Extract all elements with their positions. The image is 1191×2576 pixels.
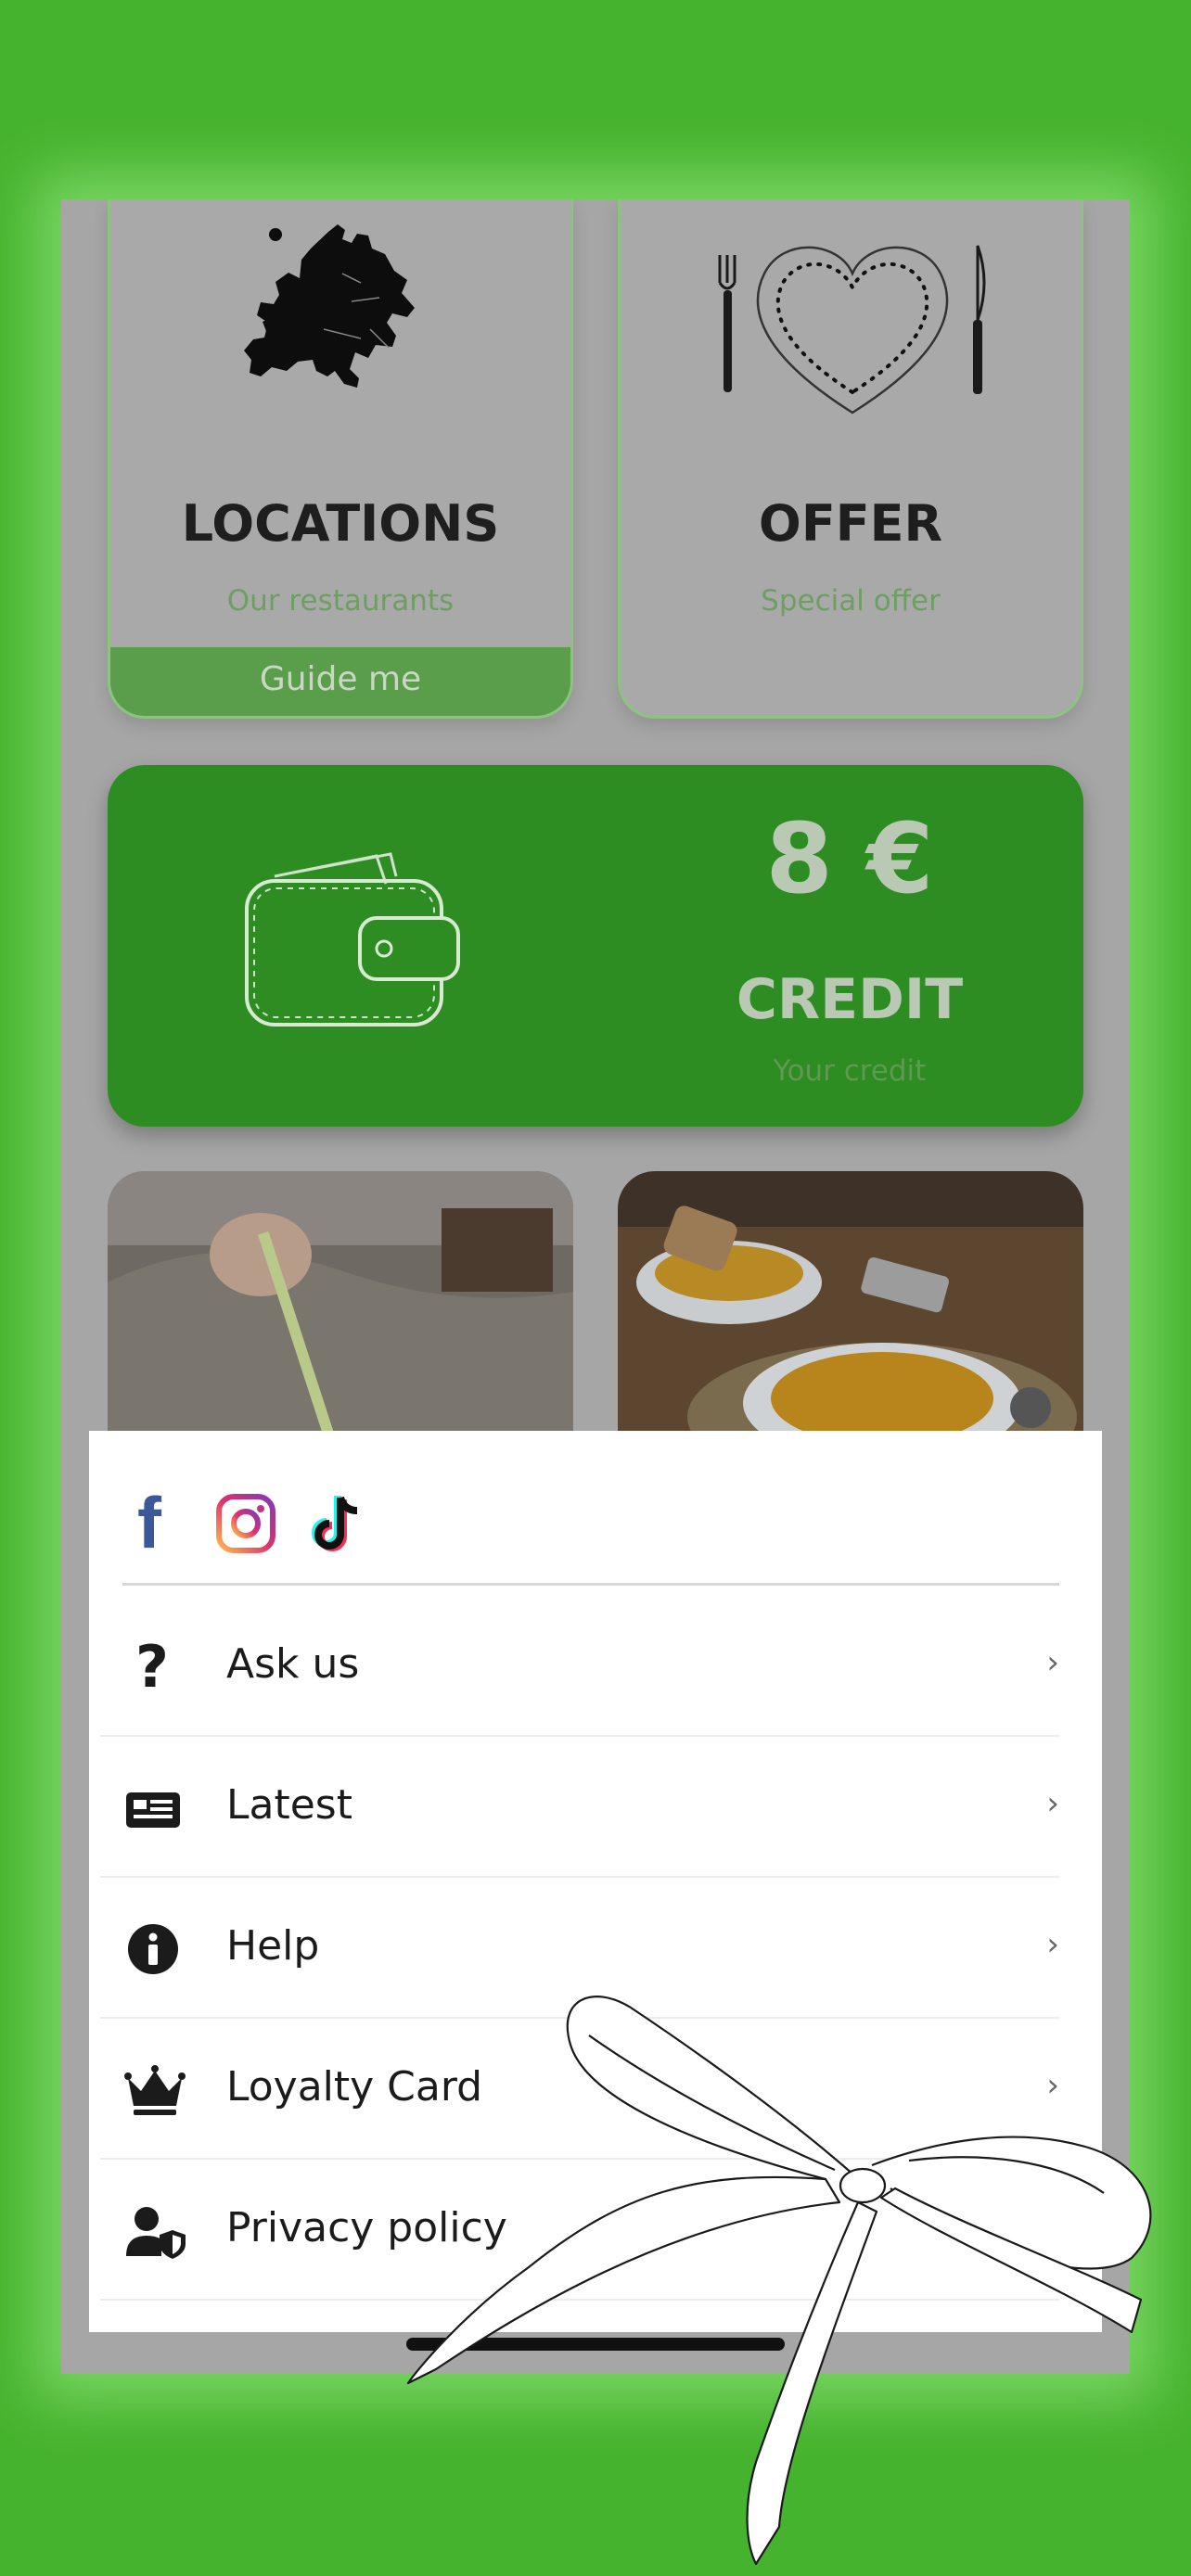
chevron-right-icon: › bbox=[1046, 1785, 1059, 1822]
question-icon: ? bbox=[135, 1633, 169, 1701]
locations-title: LOCATIONS bbox=[181, 494, 500, 553]
menu-item-latest[interactable]: Latest › bbox=[100, 1737, 1059, 1878]
menu-label-privacy-policy: Privacy policy bbox=[226, 2204, 507, 2251]
crown-icon bbox=[124, 2061, 186, 2117]
menu-item-privacy-policy[interactable]: Privacy policy › bbox=[100, 2160, 1059, 2301]
credit-card[interactable]: 8 € CREDIT Your credit bbox=[108, 765, 1083, 1127]
menu-item-help[interactable]: Help › bbox=[100, 1878, 1059, 2019]
locations-card[interactable]: LOCATIONS Our restaurants Guide me bbox=[108, 199, 573, 719]
tiktok-icon[interactable] bbox=[307, 1486, 372, 1561]
heart-plate-cutlery-icon bbox=[718, 245, 986, 414]
info-icon bbox=[124, 1920, 180, 1976]
offer-subtitle: Special offer bbox=[761, 584, 941, 618]
facebook-glyph: f bbox=[137, 1482, 161, 1563]
menu-sheet: f ? Ask us › Latest › Help › Loyalty Car… bbox=[89, 1431, 1102, 2332]
chevron-right-icon: › bbox=[1046, 2067, 1059, 2104]
app-screen: LOCATIONS Our restaurants Guide me OFFER… bbox=[61, 199, 1130, 2374]
credit-amount: 8 € bbox=[765, 802, 934, 915]
chevron-right-icon: › bbox=[1046, 1644, 1059, 1681]
user-shield-icon bbox=[124, 2202, 186, 2259]
chevron-right-icon: › bbox=[1046, 1926, 1059, 1963]
wallet-icon bbox=[245, 852, 460, 1027]
menu-item-loyalty-card[interactable]: Loyalty Card › bbox=[100, 2019, 1059, 2160]
social-divider bbox=[122, 1583, 1059, 1586]
credit-subtitle: Your credit bbox=[773, 1054, 927, 1088]
instagram-icon[interactable] bbox=[214, 1486, 279, 1561]
europe-map-icon bbox=[244, 224, 415, 388]
menu-label-latest: Latest bbox=[226, 1781, 352, 1829]
chevron-right-icon: › bbox=[1046, 2208, 1059, 2245]
locations-subtitle: Our restaurants bbox=[226, 584, 455, 618]
news-icon bbox=[124, 1779, 180, 1835]
offer-title: OFFER bbox=[758, 494, 943, 553]
home-indicator[interactable] bbox=[406, 2338, 785, 2351]
menu-label-loyalty-card: Loyalty Card bbox=[226, 2063, 483, 2111]
credit-title: CREDIT bbox=[736, 967, 964, 1032]
offer-card[interactable]: OFFER Special offer bbox=[618, 199, 1083, 719]
menu-item-ask-us[interactable]: ? Ask us › bbox=[100, 1596, 1059, 1737]
guide-me-button[interactable]: Guide me bbox=[110, 647, 570, 716]
facebook-icon[interactable]: f bbox=[126, 1482, 191, 1563]
menu-label-help: Help bbox=[226, 1922, 320, 1970]
menu-label-ask-us: Ask us bbox=[226, 1640, 360, 1688]
